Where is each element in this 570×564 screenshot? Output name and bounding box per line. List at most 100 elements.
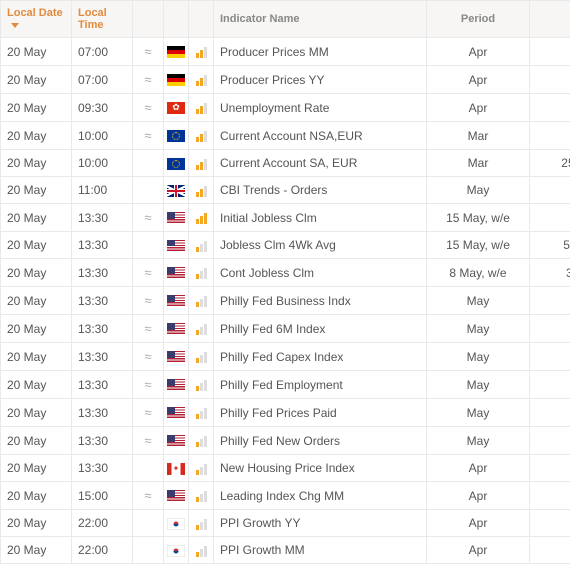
cell-date: 20 May [7,322,46,336]
cell-name-wrap: Philly Fed Business Indx [214,287,427,315]
cell-name-wrap: Cont Jobless Clm [214,259,427,287]
cell-date-wrap: 20 May [1,455,72,482]
cell-name-wrap: New Housing Price Index [214,455,427,482]
table-row[interactable]: 20 May07:00≈Producer Prices YYApr3.7% [1,66,570,94]
table-row[interactable]: 20 May13:30≈Philly Fed Business IndxMay5… [1,287,570,315]
col-header-flag[interactable] [164,1,189,38]
col-header-date[interactable]: Local Date [1,1,72,38]
recurring-icon: ≈ [144,44,151,59]
table-row[interactable]: 20 May13:30≈Philly Fed Capex IndexMay36.… [1,343,570,371]
cell-date: 20 May [7,183,46,197]
cell-period-wrap: May [427,315,530,343]
table-row[interactable]: 20 May13:30≈Initial Jobless Clm15 May, w… [1,204,570,232]
table-row[interactable]: 20 May13:30Jobless Clm 4Wk Avg15 May, w/… [1,232,570,259]
table-row[interactable]: 20 May13:30≈Cont Jobless Clm8 May, w/e3.… [1,259,570,287]
col-header-period[interactable]: Period [427,1,530,38]
cell-flag [164,259,189,287]
table-row[interactable]: 20 May07:00≈Producer Prices MMApr0.9% [1,38,570,66]
table-row[interactable]: 20 May11:00CBI Trends - OrdersMay-8 [1,177,570,204]
table-row[interactable]: 20 May22:00PPI Growth MMApr0.9% [1,537,570,564]
cell-period: Apr [469,73,488,87]
cell-period-wrap: 8 May, w/e [427,259,530,287]
cell-time: 13:30 [78,378,108,392]
cell-prior-wrap: 473k [530,204,570,232]
cell-period-wrap: May [427,399,530,427]
cell-impact [189,38,214,66]
header-row: Local Date Local Time Indicator Name Per… [1,1,570,38]
cell-period: Apr [469,543,488,557]
cell-recurring: ≈ [133,38,164,66]
cell-impact [189,315,214,343]
cell-date-wrap: 20 May [1,343,72,371]
cell-period-wrap: May [427,343,530,371]
cell-name-wrap: CBI Trends - Orders [214,177,427,204]
cell-flag [164,150,189,177]
cell-time: 13:30 [78,406,108,420]
cell-time: 15:00 [78,489,108,503]
cell-prior-wrap: 0.9% [530,537,570,564]
table-row[interactable]: 20 May13:30≈Philly Fed New OrdersMay36.0… [1,427,570,455]
cell-flag [164,510,189,537]
cell-period-wrap: Mar [427,122,530,150]
impact-bars-icon [196,240,207,252]
table-row[interactable]: 20 May13:30≈Philly Fed 6M IndexMay66.60 [1,315,570,343]
cell-flag [164,38,189,66]
cell-time-wrap: 13:30 [72,259,133,287]
cell-period: May [467,350,490,364]
cell-indicator-name: Philly Fed Capex Index [220,350,343,364]
cell-period: Mar [468,156,489,170]
cell-time: 13:30 [78,350,108,364]
cell-indicator-name: Producer Prices YY [220,73,325,87]
table-row[interactable]: 20 May13:30New Housing Price IndexApr1.1… [1,455,570,482]
col-header-recurring[interactable] [133,1,164,38]
cell-period: 8 May, w/e [449,266,506,280]
cell-prior-wrap: 36.70 [530,343,570,371]
table-row[interactable]: 20 May09:30≈Unemployment RateApr6.8% [1,94,570,122]
cell-name-wrap: Philly Fed Capex Index [214,343,427,371]
cell-date-wrap: 20 May [1,122,72,150]
flag-us-icon [167,212,185,224]
cell-prior-wrap: 66.60 [530,315,570,343]
cell-date-wrap: 20 May [1,315,72,343]
cell-name-wrap: Leading Index Chg MM [214,482,427,510]
cell-prior: 25.880B [561,156,570,170]
cell-prior-wrap: 36.00 [530,427,570,455]
cell-flag [164,399,189,427]
table-row[interactable]: 20 May13:30≈Philly Fed Prices PaidMay69.… [1,399,570,427]
cell-period-wrap: May [427,287,530,315]
table-row[interactable]: 20 May10:00Current Account SA, EURMar25.… [1,150,570,177]
impact-bars-icon [196,490,207,502]
cell-prior-wrap: 3.7% [530,66,570,94]
cell-period-wrap: Apr [427,537,530,564]
cell-time-wrap: 09:30 [72,94,133,122]
cell-impact [189,371,214,399]
col-header-prior[interactable]: Prior [530,1,570,38]
cell-time: 13:30 [78,211,108,225]
col-header-impact[interactable] [189,1,214,38]
cell-time: 10:00 [78,156,108,170]
cell-recurring: ≈ [133,66,164,94]
cell-period-wrap: May [427,427,530,455]
col-header-time[interactable]: Local Time [72,1,133,38]
flag-us-icon [167,267,185,279]
recurring-icon: ≈ [144,321,151,336]
cell-date-wrap: 20 May [1,38,72,66]
flag-us-icon [167,435,185,447]
cell-date: 20 May [7,406,46,420]
cell-recurring: ≈ [133,399,164,427]
flag-kr-icon [167,518,185,530]
col-header-indicator[interactable]: Indicator Name [214,1,427,38]
cell-date-wrap: 20 May [1,232,72,259]
flag-eu-icon [167,130,185,142]
cell-time: 13:30 [78,434,108,448]
cell-time-wrap: 07:00 [72,38,133,66]
table-row[interactable]: 20 May22:00PPI Growth YYApr3.9% [1,510,570,537]
table-row[interactable]: 20 May13:30≈Philly Fed EmploymentMay30.8… [1,371,570,399]
table-row[interactable]: 20 May15:00≈Leading Index Chg MMApr1.3% [1,482,570,510]
cell-time: 13:30 [78,238,108,252]
table-row[interactable]: 20 May10:00≈Current Account NSA,EURMar13… [1,122,570,150]
cell-time-wrap: 10:00 [72,122,133,150]
cell-period: Apr [469,489,488,503]
cell-prior-wrap: 1.3% [530,482,570,510]
recurring-icon: ≈ [144,405,151,420]
